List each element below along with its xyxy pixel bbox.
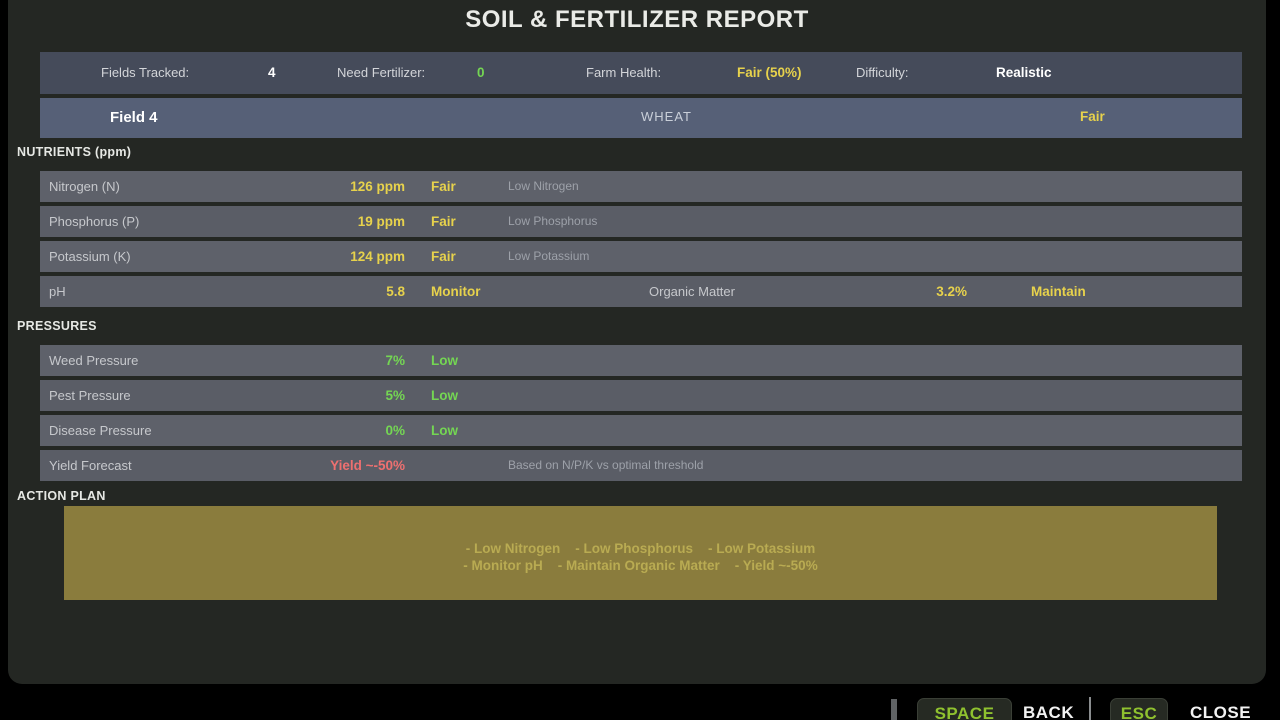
difficulty-label: Difficulty:	[856, 52, 909, 94]
pressure-value: 0%	[240, 415, 405, 446]
organic-matter-label: Organic Matter	[649, 276, 735, 307]
need-fertilizer-value: 0	[477, 52, 485, 94]
nutrient-note: Low Potassium	[508, 241, 589, 272]
organic-matter-value: 3.2%	[867, 276, 967, 307]
action-plan-line-1: - Low Nitrogen - Low Phosphorus - Low Po…	[466, 540, 816, 557]
yield-label: Yield Forecast	[49, 450, 132, 481]
difficulty-value: Realistic	[996, 52, 1052, 94]
nutrient-row-ph: pH 5.8 Monitor Organic Matter 3.2% Maint…	[40, 276, 1242, 307]
farm-health-value: Fair (50%)	[737, 52, 802, 94]
action-plan-section-label: ACTION PLAN	[17, 489, 106, 503]
nutrient-status: Fair	[431, 241, 456, 272]
nutrient-status: Fair	[431, 171, 456, 202]
nutrient-value: 19 ppm	[240, 206, 405, 237]
pressure-status: Low	[431, 345, 458, 376]
pressure-value: 7%	[240, 345, 405, 376]
field-header[interactable]: Field 4 WHEAT Fair	[40, 98, 1242, 138]
field-condition: Fair	[1080, 98, 1105, 136]
space-key[interactable]: SPACE	[917, 698, 1012, 720]
field-crop: WHEAT	[641, 98, 692, 136]
yield-forecast-row: Yield Forecast Yield ~-50% Based on N/P/…	[40, 450, 1242, 481]
yield-note: Based on N/P/K vs optimal threshold	[508, 450, 703, 481]
footer-bar: SPACE BACK ESC CLOSE	[0, 684, 1280, 720]
action-plan-box: - Low Nitrogen - Low Phosphorus - Low Po…	[64, 506, 1217, 600]
need-fertilizer-label: Need Fertilizer:	[337, 52, 425, 94]
pressure-status: Low	[431, 415, 458, 446]
stats-bar: Fields Tracked: 4 Need Fertilizer: 0 Far…	[40, 52, 1242, 94]
ph-status: Monitor	[431, 276, 481, 307]
page-title: SOIL & FERTILIZER REPORT	[8, 6, 1266, 34]
yield-value: Yield ~-50%	[240, 450, 405, 481]
pressure-label: Weed Pressure	[49, 345, 138, 376]
nutrient-row-phosphorus: Phosphorus (P) 19 ppm Fair Low Phosphoru…	[40, 206, 1242, 237]
pressure-status: Low	[431, 380, 458, 411]
nutrient-row-potassium: Potassium (K) 124 ppm Fair Low Potassium	[40, 241, 1242, 272]
pressure-label: Disease Pressure	[49, 415, 152, 446]
nutrient-value: 124 ppm	[240, 241, 405, 272]
pressure-row-pest: Pest Pressure 5% Low	[40, 380, 1242, 411]
footer-mini-divider	[891, 699, 897, 720]
fields-tracked-value: 4	[268, 52, 276, 94]
farm-health-label: Farm Health:	[586, 52, 661, 94]
nutrient-status: Fair	[431, 206, 456, 237]
nutrients-section-label: NUTRIENTS (ppm)	[17, 145, 131, 159]
nutrient-note: Low Nitrogen	[508, 171, 579, 202]
nutrient-note: Low Phosphorus	[508, 206, 597, 237]
nutrient-label: Phosphorus (P)	[49, 206, 139, 237]
nutrient-label: Nitrogen (N)	[49, 171, 120, 202]
pressures-section-label: PRESSURES	[17, 319, 97, 333]
pressure-label: Pest Pressure	[49, 380, 131, 411]
esc-key[interactable]: ESC	[1110, 698, 1168, 720]
nutrient-row-nitrogen: Nitrogen (N) 126 ppm Fair Low Nitrogen	[40, 171, 1242, 202]
ph-label: pH	[49, 276, 66, 307]
fields-tracked-label: Fields Tracked:	[101, 52, 189, 94]
nutrient-label: Potassium (K)	[49, 241, 131, 272]
footer-divider	[1089, 697, 1091, 720]
back-button[interactable]: BACK	[1023, 698, 1074, 720]
ph-value: 5.8	[240, 276, 405, 307]
organic-matter-status: Maintain	[1031, 276, 1086, 307]
pressure-value: 5%	[240, 380, 405, 411]
action-plan-line-2: - Monitor pH - Maintain Organic Matter -…	[463, 557, 817, 574]
nutrient-value: 126 ppm	[240, 171, 405, 202]
close-button[interactable]: CLOSE	[1190, 698, 1251, 720]
pressure-row-disease: Disease Pressure 0% Low	[40, 415, 1242, 446]
pressure-row-weed: Weed Pressure 7% Low	[40, 345, 1242, 376]
field-name: Field 4	[110, 98, 158, 138]
report-panel: SOIL & FERTILIZER REPORT Fields Tracked:…	[8, 0, 1266, 684]
